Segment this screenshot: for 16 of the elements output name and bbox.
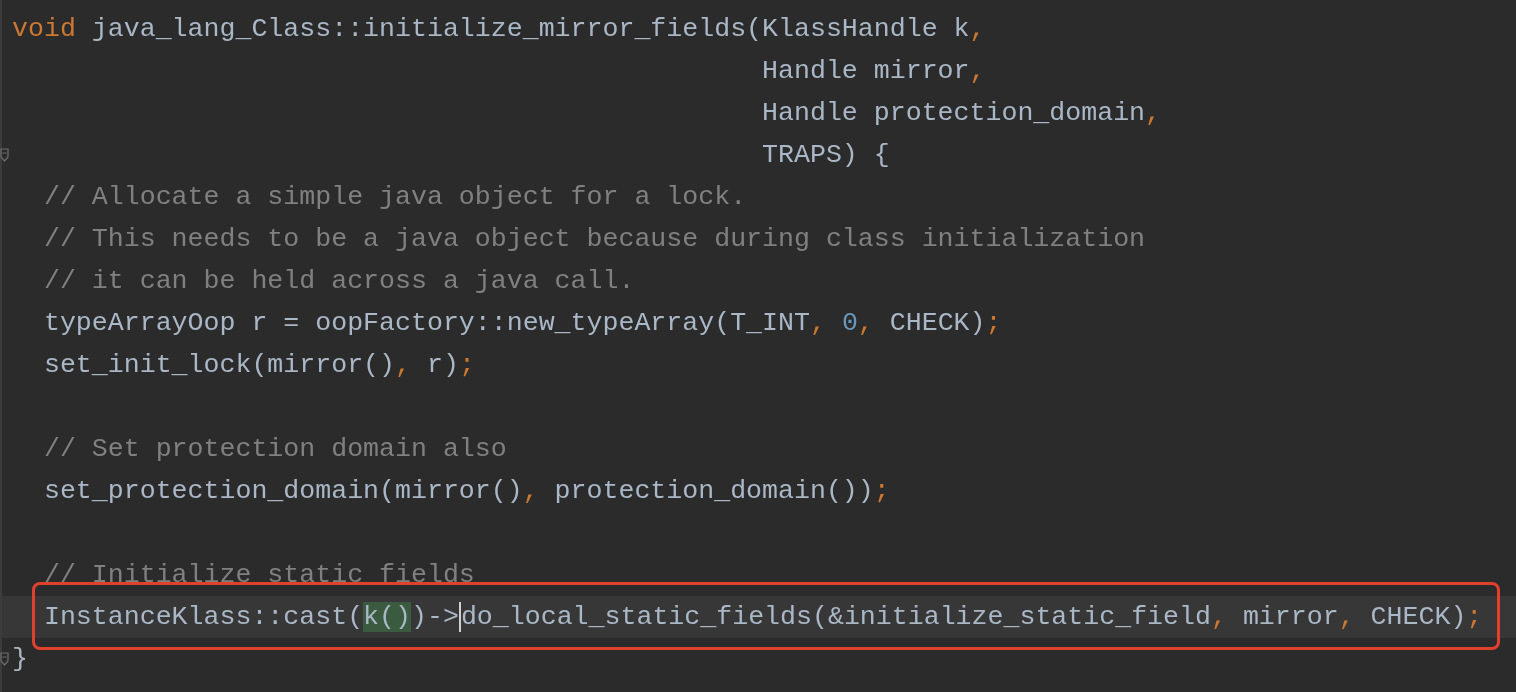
code-line: void java_lang_Class::initialize_mirror_fields(KlassHandle k, [12,14,986,44]
fold-marker-icon[interactable] [0,652,9,666]
code-line: // Set protection domain also [42,434,507,464]
code-line: typeArrayOop r = oopFactory::new_typeArray(T_INT, 0, CHECK); [42,308,1002,338]
code-line: // it can be held across a java call. [42,266,635,296]
code-line: Handle protection_domain, [761,98,1162,128]
fold-marker-icon[interactable] [0,148,9,162]
code-line: // Allocate a simple java object for a lock. [42,182,747,212]
code-line: // Initialize static fields [42,560,475,590]
code-line: Handle mirror, [761,56,986,86]
code-line: set_protection_domain(mirror(), protection_domain()); [42,476,890,506]
code-line: // This needs to be a java object because during class initialization [42,224,1146,254]
code-line: set_init_lock(mirror(), r); [42,350,475,380]
code-line: TRAPS) { [761,140,890,170]
code-line: } [12,644,28,674]
code-line: InstanceKlass::cast(k())->do_local_static_fields(&initialize_static_field, mirror, CHECK); [42,602,1483,632]
